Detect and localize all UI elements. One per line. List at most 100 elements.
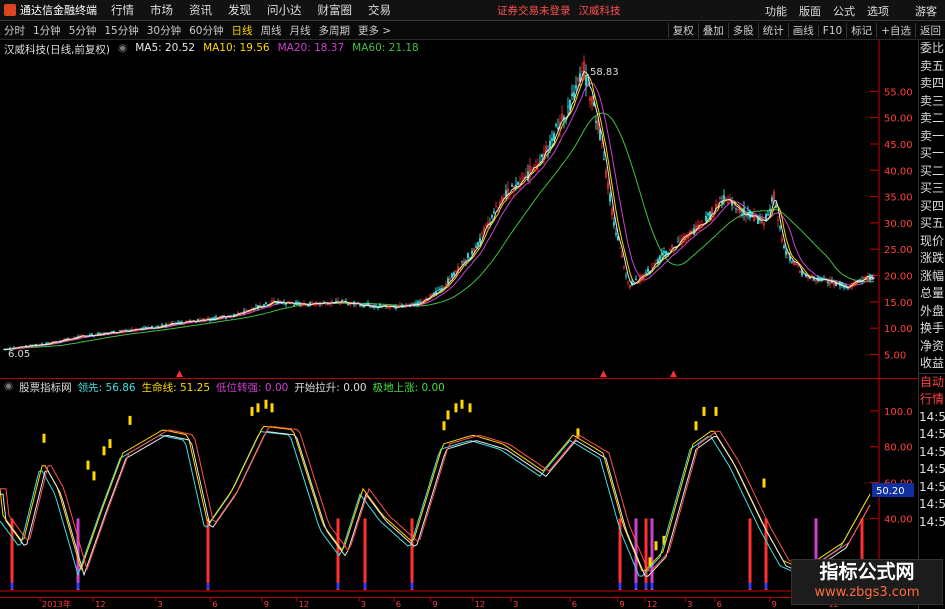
price-chart[interactable]: ▲ ▲ ▲ 55.00 50.00 45.00 40.00 35.00 30.00 25.00 2… xyxy=(0,40,918,378)
period-daily[interactable]: 日线 xyxy=(228,23,257,38)
candle-body xyxy=(613,221,615,226)
signal-bar xyxy=(644,518,648,590)
menu-function[interactable]: 功能 xyxy=(765,3,787,19)
candle-body xyxy=(663,251,665,254)
tool-multi-stock-button[interactable]: 多股 xyxy=(727,23,758,38)
menu-discover[interactable]: 发现 xyxy=(228,2,251,18)
guest-label[interactable]: 游客 xyxy=(915,3,937,19)
candle-body xyxy=(575,85,577,89)
candle-body xyxy=(601,142,603,144)
period-15min[interactable]: 15分钟 xyxy=(100,23,142,38)
side-panel-item[interactable]: 现价 xyxy=(919,233,945,251)
candle-body xyxy=(549,140,551,148)
tool-adjust-button[interactable]: 复权 xyxy=(667,23,698,38)
side-panel-item[interactable]: 卖四 xyxy=(919,75,945,93)
side-panel-item[interactable]: 卖二 xyxy=(919,110,945,128)
side-panel-item[interactable]: 14:50 xyxy=(919,461,945,479)
signal-marker-icon: ▲ xyxy=(670,369,677,378)
candle-body xyxy=(661,253,663,256)
side-panel-item[interactable]: 自动 xyxy=(919,372,945,392)
candle-body xyxy=(445,283,447,286)
menu-options[interactable]: 选项 xyxy=(867,3,889,19)
menu-ask[interactable]: 问小达 xyxy=(267,2,302,18)
date-axis-label: 9 xyxy=(264,599,269,609)
candle-body xyxy=(437,290,439,292)
side-panel-item[interactable]: 行情 xyxy=(919,391,945,409)
side-panel-item[interactable]: 买二 xyxy=(919,163,945,181)
side-panel-item[interactable]: 14:50 xyxy=(919,496,945,514)
period-30min[interactable]: 30分钟 xyxy=(143,23,185,38)
side-panel-item[interactable]: 买三 xyxy=(919,180,945,198)
menu-right-group: 功能 版面 公式 选项 游客 xyxy=(759,0,945,21)
indicator-bottom: 极地上涨: 0.00 xyxy=(372,382,445,394)
tool-overlay-button[interactable]: 叠加 xyxy=(697,23,728,38)
indicator-name[interactable]: 股票指标网 xyxy=(19,380,72,394)
menu-market[interactable]: 市场 xyxy=(150,2,173,18)
tool-draw-button[interactable]: 画线 xyxy=(787,23,818,38)
tool-f10-button[interactable]: F10 xyxy=(817,24,846,37)
period-5min[interactable]: 5分钟 xyxy=(65,23,101,38)
candle-body xyxy=(581,71,583,72)
signal-bar-base xyxy=(336,582,340,589)
login-notice[interactable]: 证券交易未登录 xyxy=(497,3,571,18)
candle-body xyxy=(753,213,755,222)
side-panel-item[interactable]: 收益 xyxy=(919,355,945,373)
menu-wealth[interactable]: 财富圈 xyxy=(318,2,353,18)
indicator-settings-icon[interactable]: ◉ xyxy=(4,380,13,394)
side-panel-item[interactable]: 卖三 xyxy=(919,93,945,111)
candle-body xyxy=(493,211,495,214)
menu-news[interactable]: 资讯 xyxy=(189,2,212,18)
candle-body xyxy=(399,304,401,306)
side-panel-item[interactable]: 卖一 xyxy=(919,128,945,146)
side-panel-item[interactable]: 委比 xyxy=(919,40,945,58)
period-60min[interactable]: 60分钟 xyxy=(185,23,227,38)
tool-stats-button[interactable]: 统计 xyxy=(757,23,788,38)
period-1min[interactable]: 1分钟 xyxy=(29,23,65,38)
candle-body xyxy=(615,233,617,235)
side-panel-item[interactable]: 外盘 xyxy=(919,303,945,321)
moving-average-path xyxy=(3,82,875,351)
menu-formula[interactable]: 公式 xyxy=(833,3,855,19)
tool-add-watchlist-button[interactable]: +自选 xyxy=(876,23,915,38)
candle-body xyxy=(815,279,817,282)
period-more[interactable]: 更多 > xyxy=(354,23,395,38)
ma5-value: MA5: 20.52 xyxy=(135,42,196,54)
period-timeshare[interactable]: 分时 xyxy=(0,23,29,38)
period-weekly[interactable]: 周线 xyxy=(257,23,286,38)
side-panel-item[interactable]: 换手 xyxy=(919,320,945,338)
candle-body xyxy=(609,194,611,202)
side-panel-item[interactable]: 14:50 xyxy=(919,514,945,532)
candle-body xyxy=(213,317,215,320)
side-panel-item[interactable]: 买一 xyxy=(919,145,945,163)
tool-back-button[interactable]: 返回 xyxy=(915,23,945,38)
menu-market-quotes[interactable]: 行情 xyxy=(111,2,134,18)
side-panel-item[interactable]: 总量 xyxy=(919,285,945,303)
price-axis: 55.00 50.00 45.00 40.00 35.00 30.00 25.00 20.00… xyxy=(884,87,913,361)
candle-body xyxy=(829,279,831,285)
candle-body xyxy=(769,208,771,211)
side-panel-item[interactable]: 净资 xyxy=(919,338,945,356)
indicator-chart[interactable]: 100.080.0060.0040.00 50.20 xyxy=(0,378,918,598)
chart-tools: 复权 叠加 多股 统计 画线 F10 标记 +自选 返回 xyxy=(667,21,945,40)
price-annotations: 58.83 6.05 xyxy=(8,67,619,360)
side-panel-item[interactable]: 涨跌 xyxy=(919,250,945,268)
tool-mark-button[interactable]: 标记 xyxy=(846,23,876,38)
menu-trade[interactable]: 交易 xyxy=(368,2,391,18)
signal-bar-base xyxy=(410,582,414,589)
side-panel-item[interactable]: 卖五 xyxy=(919,58,945,76)
side-panel-item[interactable]: 涨幅 xyxy=(919,268,945,286)
side-panel-item[interactable]: 14:50 xyxy=(919,426,945,444)
side-panel-item[interactable]: 14:50 xyxy=(919,444,945,462)
side-panel-item[interactable]: 买五 xyxy=(919,215,945,233)
menu-layout[interactable]: 版面 xyxy=(799,3,821,19)
candle-body xyxy=(451,273,453,278)
candle-body xyxy=(783,245,785,249)
period-multi[interactable]: 多周期 xyxy=(315,23,355,38)
side-panel-item[interactable]: 买四 xyxy=(919,198,945,216)
side-panel-item[interactable]: 14:50 xyxy=(919,479,945,497)
side-panel-item[interactable]: 14:50 xyxy=(919,409,945,427)
candle-body xyxy=(669,249,671,251)
period-monthly[interactable]: 月线 xyxy=(286,23,315,38)
settings-icon[interactable]: ◉ xyxy=(118,42,127,56)
candle-body xyxy=(359,305,361,307)
